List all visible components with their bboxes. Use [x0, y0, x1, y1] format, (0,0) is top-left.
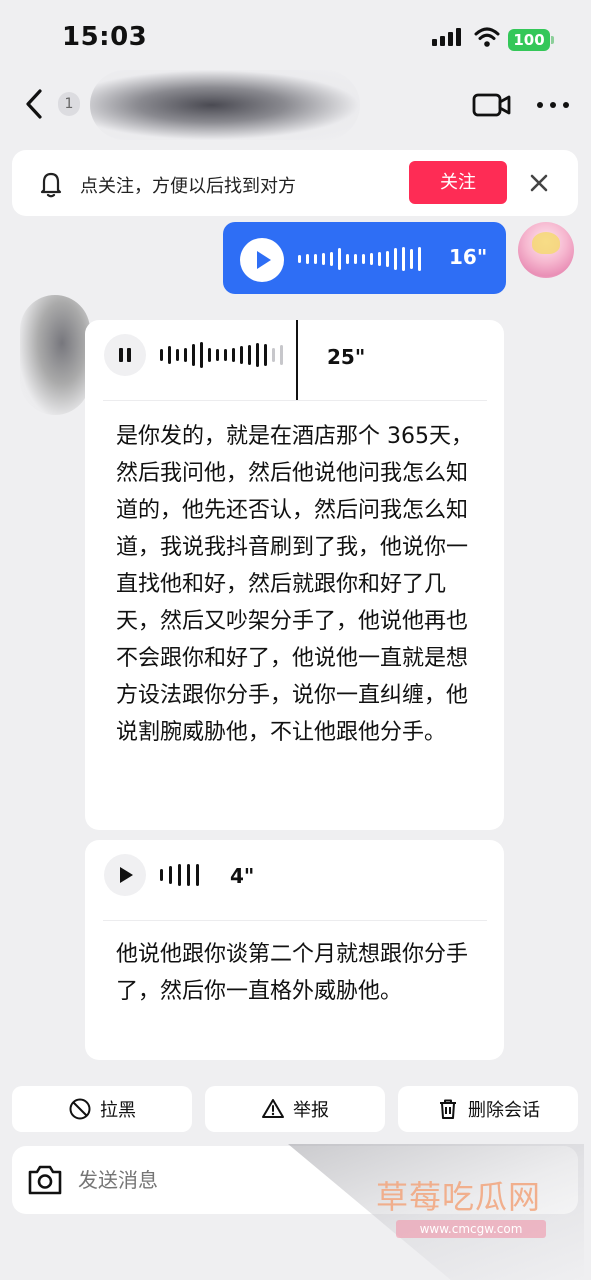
follow-banner-text: 点关注，方便以后找到对方	[80, 176, 296, 197]
voice-waveform	[298, 244, 434, 274]
play-icon	[257, 251, 271, 269]
delete-conversation-button[interactable]: 删除会话	[398, 1086, 578, 1132]
block-label: 拉黑	[100, 1100, 136, 1121]
camera-icon[interactable]	[26, 1162, 64, 1198]
message-input[interactable]	[78, 1160, 338, 1200]
follow-button[interactable]: 关注	[409, 161, 507, 204]
play-button[interactable]	[240, 238, 284, 282]
status-time: 15:03	[62, 22, 148, 52]
battery-tip	[551, 36, 554, 44]
delete-label: 删除会话	[468, 1100, 540, 1121]
more-icon[interactable]	[535, 98, 571, 112]
contact-name-redacted	[90, 70, 360, 140]
voice-duration: 16"	[449, 245, 488, 269]
back-icon[interactable]	[20, 85, 50, 123]
battery-indicator: 100	[508, 29, 550, 51]
wifi-icon	[474, 27, 500, 47]
play-button[interactable]	[104, 854, 146, 896]
bell-icon	[40, 172, 62, 198]
report-label: 举报	[293, 1100, 329, 1121]
close-icon[interactable]	[526, 170, 552, 196]
trash-icon	[440, 1099, 456, 1119]
block-icon	[69, 1098, 91, 1120]
pause-icon	[119, 348, 131, 362]
voice-duration: 4"	[230, 864, 255, 888]
voice-waveform	[160, 860, 220, 890]
contact-avatar-redacted[interactable]	[20, 295, 90, 415]
voice-duration: 25"	[327, 345, 366, 369]
video-call-icon[interactable]	[472, 90, 512, 120]
cellular-signal-icon	[432, 28, 461, 46]
divider	[103, 920, 487, 921]
warning-icon	[262, 1099, 284, 1118]
voice-transcript: 他说他跟你谈第二个月就想跟你分手了，然后你一直格外威胁他。	[116, 942, 469, 1004]
unread-count-badge: 1	[58, 92, 80, 116]
play-icon	[120, 867, 133, 883]
divider	[103, 400, 487, 401]
block-button[interactable]: 拉黑	[12, 1086, 192, 1132]
voice-transcript: 是你发的，就是在酒店那个 365天，然后我问他，然后他说他问我怎么知道的，他先还…	[116, 424, 473, 745]
pause-button[interactable]	[104, 334, 146, 376]
my-avatar[interactable]	[518, 222, 574, 278]
watermark-title: 草莓吃瓜网	[376, 1178, 542, 1216]
report-button[interactable]: 举报	[205, 1086, 385, 1132]
playback-position-indicator[interactable]	[296, 320, 298, 400]
watermark-url: www.cmcgw.com	[396, 1220, 546, 1238]
